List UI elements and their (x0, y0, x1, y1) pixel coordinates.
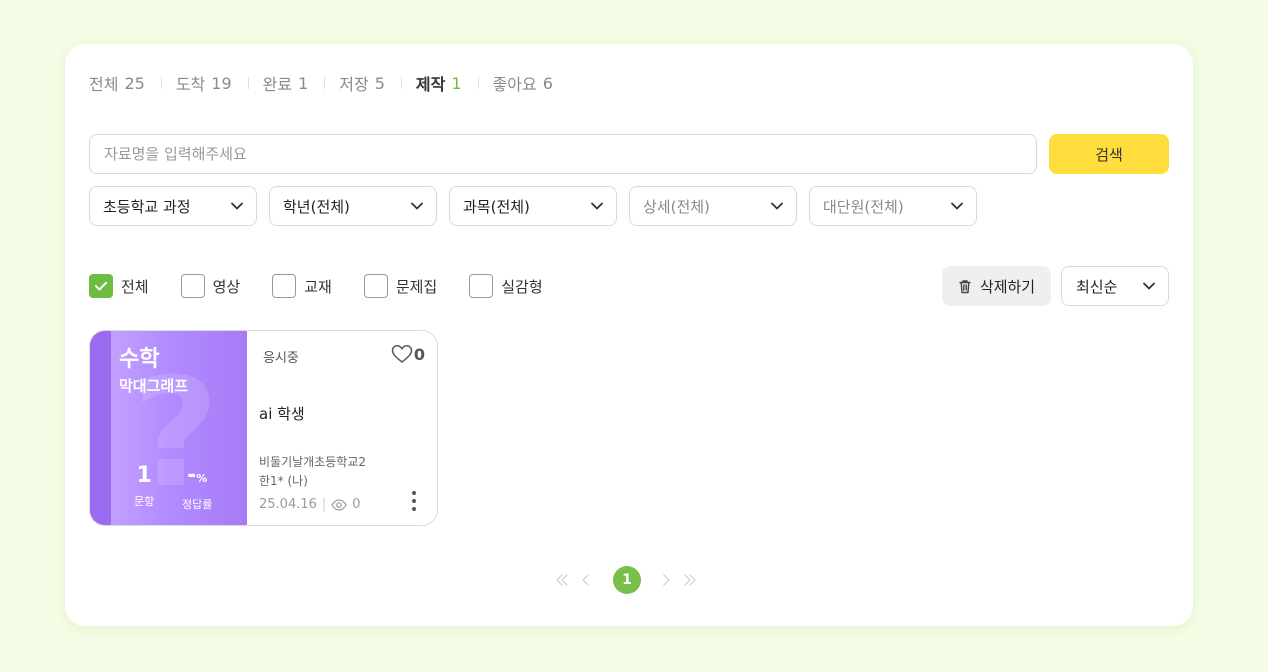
grade-select[interactable]: 학년(전체) (269, 186, 437, 226)
select-value: 초등학교 과정 (103, 197, 191, 216)
tab-all[interactable]: 전체 25 (89, 71, 145, 95)
check-icon (95, 281, 107, 291)
select-value: 과목(전체) (463, 197, 530, 216)
tab-label: 완료 (262, 75, 293, 94)
chevron-down-icon (230, 199, 244, 213)
filter-label: 영상 (212, 277, 241, 296)
chevron-down-icon (1142, 279, 1156, 293)
trash-icon (958, 279, 972, 294)
checkbox[interactable] (180, 274, 205, 298)
subject-select[interactable]: 과목(전체) (449, 186, 617, 226)
delete-label: 삭제하기 (979, 277, 1036, 296)
page-number-current[interactable]: 1 (613, 566, 641, 594)
tab-arrived[interactable]: 도착 19 (176, 71, 232, 95)
school-line-1: 비둘기날개초등학교2 (259, 455, 366, 469)
search-input[interactable] (89, 134, 1037, 174)
unit-select[interactable]: 대단원(전체) (809, 186, 977, 226)
accuracy-stat: -% 정답률 (182, 463, 212, 512)
tab-saved[interactable]: 저장 5 (339, 71, 385, 95)
card-subject: 수학 (119, 347, 160, 372)
accuracy-value: - (187, 463, 197, 488)
chevron-down-icon (950, 199, 964, 213)
tab-label: 도착 (175, 75, 206, 94)
question-count: 1 (136, 463, 152, 488)
card-school: 비둘기날개초등학교2 한1* (나) (259, 453, 366, 491)
tab-label: 제작 (415, 75, 446, 94)
tab-divider (477, 77, 479, 89)
tab-created[interactable]: 제작 1 (416, 71, 462, 95)
tab-count: 6 (542, 73, 553, 93)
prev-page-icon[interactable] (581, 574, 591, 586)
card-info: 응시중 0 ai 학생 비둘기날개초등학교2 한1* (나) 25.04.16 … (247, 331, 437, 525)
tab-liked[interactable]: 좋아요 6 (493, 71, 553, 95)
school-line-2: 한1* (나) (259, 474, 308, 488)
checkbox[interactable] (272, 274, 297, 298)
next-page-icon[interactable] (661, 574, 671, 586)
tab-count: 1 (451, 73, 462, 93)
filter-label: 문제집 (395, 277, 438, 296)
card-topic: 막대그래프 (119, 377, 189, 395)
card-title: ai 학생 (259, 405, 305, 423)
detail-select[interactable]: 상세(전체) (629, 186, 797, 226)
first-page-icon[interactable] (555, 574, 569, 586)
thumbnail-edge (90, 331, 111, 525)
accuracy-unit: % (196, 472, 208, 485)
course-select[interactable]: 초등학교 과정 (89, 186, 257, 226)
filter-label: 실감형 (501, 277, 543, 296)
card-status: 응시중 (263, 351, 299, 366)
sort-value: 최신순 (1076, 277, 1118, 296)
tab-completed[interactable]: 완료 1 (263, 71, 309, 95)
content-panel: 전체 25 도착 19 완료 1 저장 5 제작 1 좋아요 6 검색 초 (65, 44, 1193, 626)
select-value: 대단원(전체) (823, 197, 904, 216)
chevron-down-icon (410, 199, 424, 213)
filter-label: 교재 (304, 277, 332, 296)
accuracy-caption: 정답률 (182, 498, 213, 511)
tab-label: 좋아요 (492, 75, 537, 94)
meta-divider: | (321, 497, 327, 512)
filter-immersive[interactable]: 실감형 (469, 274, 543, 298)
view-count: 0 (352, 497, 361, 512)
question-caption: 문항 (134, 495, 155, 508)
delete-button[interactable]: 삭제하기 (942, 266, 1051, 306)
sort-select[interactable]: 최신순 (1061, 266, 1169, 306)
chevron-down-icon (770, 199, 784, 213)
tab-label: 저장 (339, 75, 369, 94)
pagination: 1 (549, 566, 703, 594)
tab-count: 19 (211, 73, 232, 93)
category-tabs: 전체 25 도착 19 완료 1 저장 5 제작 1 좋아요 6 (89, 71, 553, 95)
checkbox-checked[interactable] (89, 274, 113, 298)
tab-label: 전체 (89, 75, 119, 94)
last-page-icon[interactable] (683, 574, 697, 586)
card-thumbnail: ? 수학 막대그래프 1 문항 -% 정답률 (90, 331, 247, 525)
tab-divider (247, 77, 249, 89)
filter-textbook[interactable]: 교재 (272, 274, 332, 298)
tab-count: 5 (374, 73, 385, 93)
more-options-icon[interactable] (409, 489, 419, 513)
tab-divider (324, 77, 326, 89)
tab-count: 25 (124, 73, 145, 93)
question-count-stat: 1 문항 (134, 463, 154, 509)
like-button[interactable]: 0 (391, 344, 425, 364)
select-value: 학년(전체) (283, 197, 350, 216)
search-button[interactable]: 검색 (1049, 134, 1169, 174)
filter-video[interactable]: 영상 (180, 274, 241, 298)
filter-workbook[interactable]: 문제집 (363, 274, 438, 298)
tab-divider (160, 77, 162, 89)
chevron-down-icon (590, 199, 604, 213)
heart-icon (391, 345, 413, 363)
checkbox[interactable] (363, 274, 388, 298)
tab-count: 1 (298, 73, 309, 93)
filter-all[interactable]: 전체 (89, 274, 149, 298)
checkbox[interactable] (469, 274, 494, 298)
type-filters: 전체 영상 교재 문제집 실감형 (89, 274, 575, 298)
tab-divider (400, 77, 402, 89)
select-value: 상세(전체) (643, 197, 710, 216)
like-count: 0 (413, 344, 425, 364)
eye-icon (331, 498, 347, 511)
card-date: 25.04.16 (259, 497, 317, 512)
filter-label: 전체 (121, 277, 149, 296)
material-card[interactable]: ? 수학 막대그래프 1 문항 -% 정답률 응시중 0 ai 학생 비둘기날개… (89, 330, 438, 526)
card-meta: 25.04.16 | 0 (259, 497, 361, 512)
